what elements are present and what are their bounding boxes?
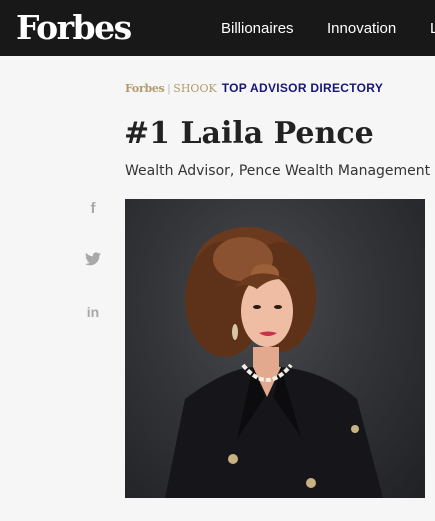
facebook-icon[interactable]: f <box>82 200 104 220</box>
page-title: #1 Laila Pence <box>124 116 374 151</box>
portrait-illustration <box>165 227 383 498</box>
top-nav-bar: Forbes Billionaires Innovation L <box>0 0 435 56</box>
breadcrumb: Forbes | SHOOK TOP ADVISOR DIRECTORY <box>125 80 383 96</box>
twitter-icon[interactable] <box>82 252 104 272</box>
forbes-mini-logo[interactable]: Forbes <box>125 82 165 95</box>
top-advisor-directory-link[interactable]: TOP ADVISOR DIRECTORY <box>222 81 383 95</box>
nav-innovation[interactable]: Innovation <box>327 20 396 38</box>
forbes-logo[interactable]: Forbes <box>16 6 132 50</box>
linkedin-icon[interactable]: in <box>82 304 104 324</box>
advisor-subtitle: Wealth Advisor, Pence Wealth Management <box>125 163 431 179</box>
nav-next-item[interactable]: L <box>430 20 435 38</box>
breadcrumb-separator: | <box>167 83 171 95</box>
shook-logo[interactable]: SHOOK <box>173 82 216 95</box>
advisor-portrait <box>125 199 425 498</box>
nav-billionaires[interactable]: Billionaires <box>221 20 294 38</box>
twitter-bird-glyph <box>85 252 101 266</box>
